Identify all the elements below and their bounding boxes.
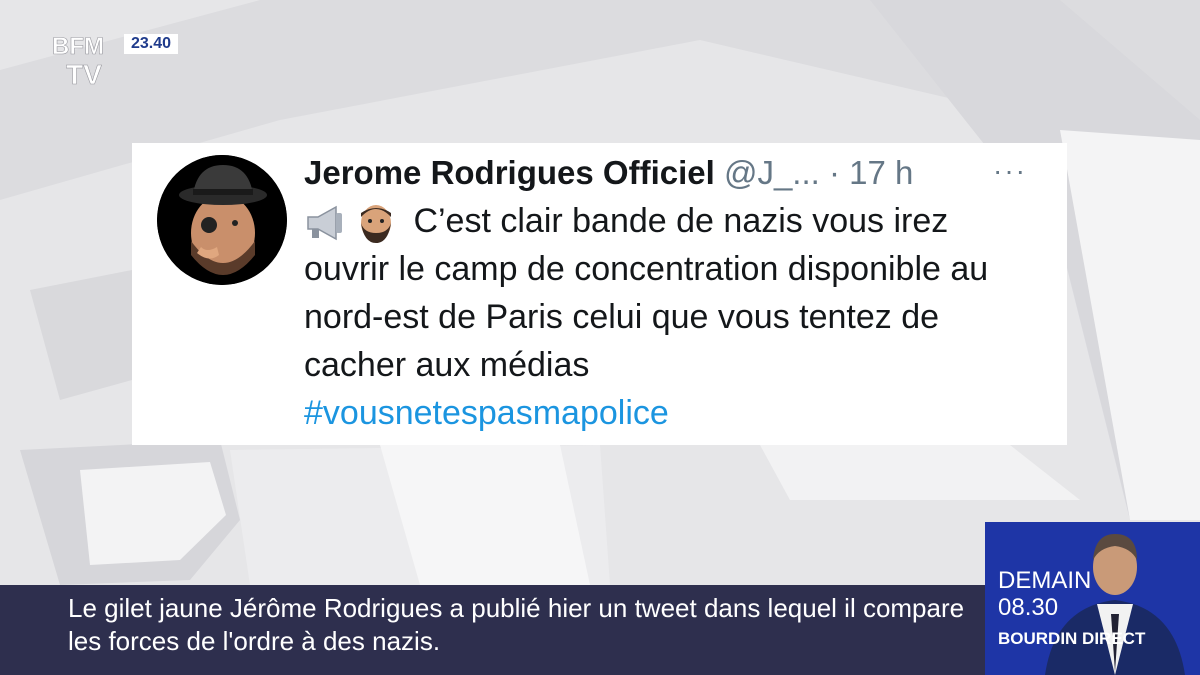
tweet-body: C’est clair bande de nazis vous irez ouv… <box>304 197 1039 437</box>
avatar <box>157 155 287 285</box>
promo-day: DEMAIN <box>998 567 1092 594</box>
megaphone-icon <box>304 203 348 243</box>
bfmtv-logo: BFM TV <box>52 33 104 90</box>
more-options-icon[interactable]: ··· <box>993 155 1027 187</box>
tweet-card: Jerome Rodrigues Officiel @J_... · 17 h … <box>132 143 1067 445</box>
tweet-author[interactable]: Jerome Rodrigues Officiel <box>304 154 715 191</box>
tweet-time[interactable]: · 17 h <box>829 154 913 191</box>
lower-third-banner: Le gilet jaune Jérôme Rodrigues a publié… <box>0 585 985 675</box>
avatar-portrait-icon <box>157 155 287 285</box>
logo-line-1: BFM <box>52 33 104 60</box>
logo-line-2: TV <box>66 59 102 90</box>
clock-badge: 23.40 <box>124 34 179 54</box>
tweet-header: Jerome Rodrigues Officiel @J_... · 17 h <box>304 151 1044 195</box>
tweet-text: C’est clair bande de nazis vous irez ouv… <box>304 202 989 384</box>
tweet-hashtag[interactable]: #vousnetespasmapolice <box>304 389 1039 437</box>
caption-text: Le gilet jaune Jérôme Rodrigues a publié… <box>68 593 965 656</box>
promo-box: DEMAIN 08.30 BOURDIN DIRECT <box>985 522 1200 675</box>
tweet-handle[interactable]: @J_... <box>724 154 820 191</box>
promo-show-name: BOURDIN DIRECT <box>998 629 1146 648</box>
man-beard-icon <box>354 203 398 244</box>
promo-time: 08.30 <box>998 594 1059 621</box>
